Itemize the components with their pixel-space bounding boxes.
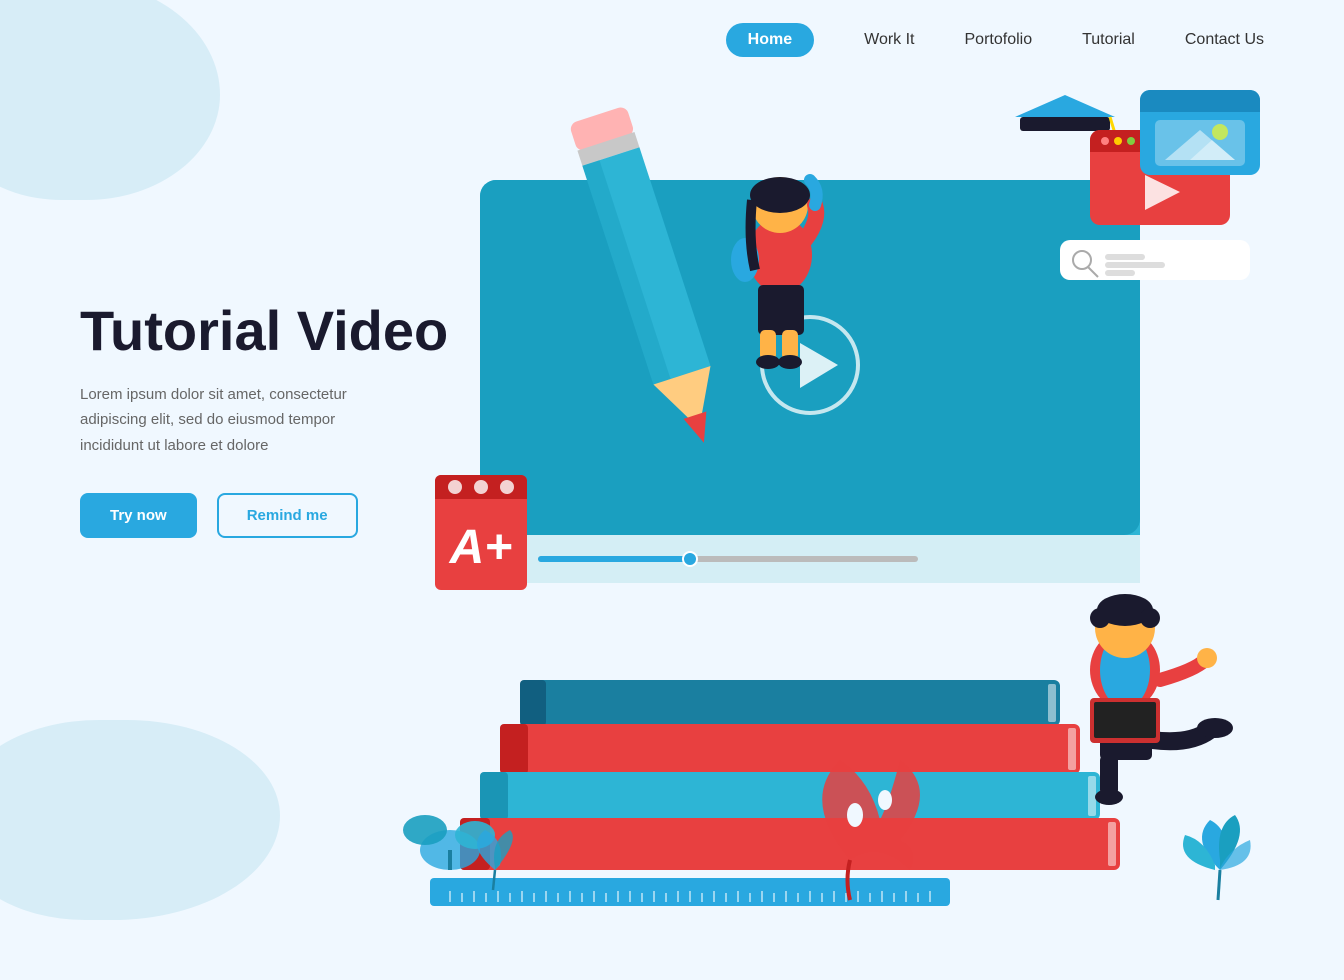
nav-portfolio[interactable]: Portofolio — [965, 31, 1033, 49]
nav-contact-us[interactable]: Contact Us — [1185, 31, 1264, 49]
nav-home[interactable]: Home — [726, 23, 814, 57]
remind-me-button[interactable]: Remind me — [217, 493, 358, 538]
bg-blob-bottom-left — [0, 720, 280, 920]
navigation: Home Work It Portofolio Tutorial Contact… — [0, 0, 1344, 80]
main-illustration: A+ — [380, 80, 1280, 940]
nav-tutorial[interactable]: Tutorial — [1082, 31, 1135, 49]
svg-text:A+: A+ — [449, 521, 513, 574]
nav-work-it[interactable]: Work It — [864, 31, 914, 49]
hero-description: Lorem ipsum dolor sit amet, consectetur … — [80, 382, 380, 459]
try-now-button[interactable]: Try now — [80, 493, 197, 538]
